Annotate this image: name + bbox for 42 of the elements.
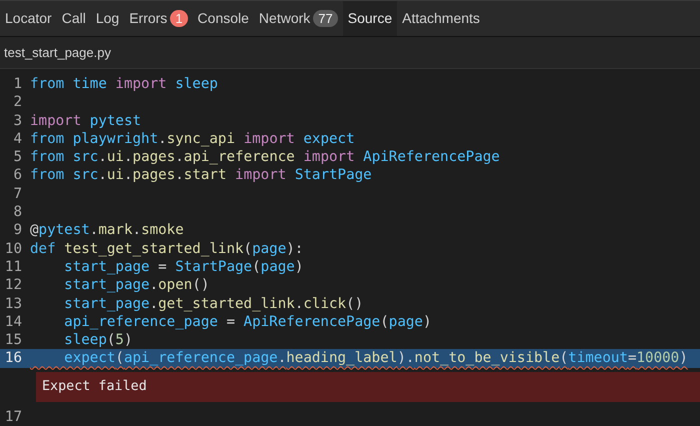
line-number: 8	[12, 203, 23, 222]
line-number: 3	[12, 112, 23, 130]
line-number: 9	[12, 221, 23, 240]
line-number: 7	[12, 184, 23, 204]
line-number: 13	[4, 294, 23, 313]
error-message: Expect failed	[42, 379, 147, 394]
line-number: 4	[12, 130, 23, 148]
line-number: 1	[12, 74, 23, 94]
code-line: from time import sleep	[30, 74, 218, 94]
tab[interactable]: Network 77	[254, 1, 343, 36]
code-line: start_page.open()	[63, 276, 210, 295]
file-name: test_start_page.py	[4, 44, 111, 60]
code-line: from src.ui.pages.api_reference import ApiReferencePage	[30, 148, 500, 166]
count-badge: 1	[170, 10, 188, 27]
code-line: expect(api_reference_page.heading_label).not_to_be_visible(timeout=10000)	[63, 349, 688, 368]
tab[interactable]: Log	[90, 1, 124, 36]
tab[interactable]: Console	[192, 1, 254, 36]
line-number: 16	[4, 349, 23, 368]
tab[interactable]: Errors 1	[124, 1, 193, 36]
line-number: 14	[4, 312, 23, 332]
code-line: from playwright.sync_api import expect	[30, 130, 355, 148]
code-line: start_page.get_started_link.click()	[63, 294, 364, 313]
count-badge: 77	[313, 10, 338, 27]
code-line: start_page = StartPage(page)	[63, 258, 304, 276]
line-number: 15	[4, 331, 23, 350]
tab[interactable]: Locator	[0, 1, 57, 36]
line-number: 17	[4, 408, 23, 426]
line-number: 10	[4, 240, 23, 258]
line-number: 2	[12, 93, 23, 112]
line-number: 12	[4, 276, 23, 295]
code-line: api_reference_page = ApiReferencePage(page)	[63, 312, 432, 332]
code-line: import pytest	[30, 112, 142, 130]
line-number: 11	[4, 258, 23, 276]
code-line: from src.ui.pages.start import StartPage	[30, 166, 372, 185]
code-line: @pytest.mark.smoke	[30, 221, 184, 240]
tab[interactable]: Source	[342, 1, 398, 36]
line-number: 6	[12, 166, 23, 185]
line-number: 5	[12, 148, 23, 166]
code-line: sleep(5)	[63, 331, 133, 350]
code-line: def test_get_started_link(page):	[30, 240, 304, 258]
tab[interactable]: Attachments	[397, 1, 485, 36]
tab[interactable]: Call	[56, 1, 91, 36]
